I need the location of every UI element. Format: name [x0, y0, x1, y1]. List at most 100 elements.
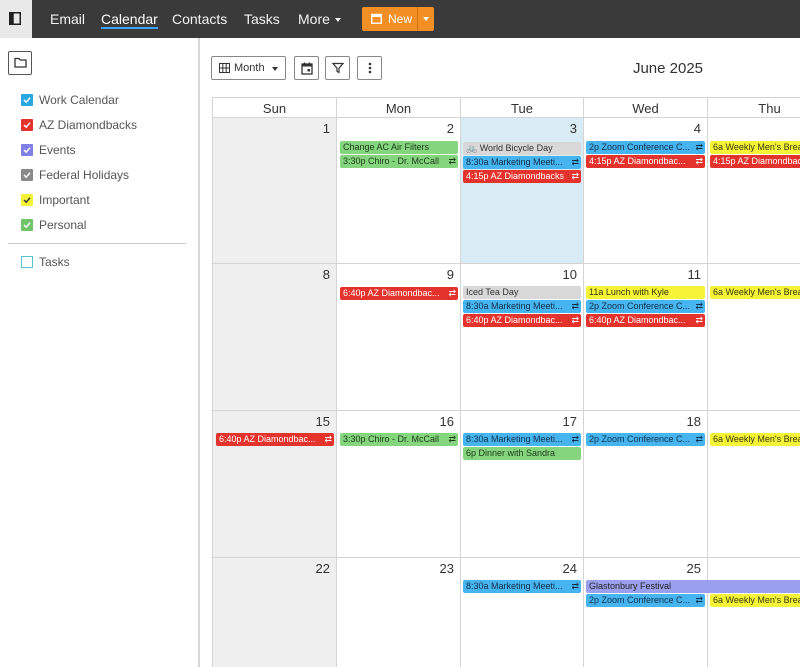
event-label: Iced Tea Day	[466, 287, 519, 297]
day-number: 18	[686, 414, 701, 429]
event-zoom-conference[interactable]: 2p Zoom Conference C... ⇄	[586, 300, 705, 313]
event-zoom-conference[interactable]: 2p Zoom Conference C... ⇄	[586, 594, 705, 607]
event-label: Change AC Air Filters	[343, 142, 430, 152]
filter-button[interactable]	[325, 56, 350, 80]
event-zoom-conference[interactable]: 2p Zoom Conference C... ⇄	[586, 433, 705, 446]
event-lunch-with-kyle[interactable]: 11a Lunch with Kyle	[586, 286, 705, 299]
grid-icon	[219, 63, 230, 73]
event-marketing-meeting[interactable]: 8:30a Marketing Meeti... ⇄	[463, 300, 581, 313]
day-number: 4	[693, 121, 701, 136]
event-iced-tea-day[interactable]: Iced Tea Day	[463, 286, 581, 299]
event-weekly-mens-breakfast[interactable]: 6a Weekly Men's Breakfast	[710, 433, 800, 446]
calendar-add-icon	[371, 13, 382, 24]
day-cell[interactable]: 4	[584, 118, 708, 264]
day-cell[interactable]: 2	[337, 118, 461, 264]
day-number: 22	[315, 561, 330, 576]
calendar-today-icon	[301, 62, 313, 75]
new-dropdown-button[interactable]	[417, 7, 434, 31]
day-number: 24	[562, 561, 577, 576]
new-button-label: New	[388, 12, 413, 26]
day-cell[interactable]: 25	[584, 558, 708, 667]
nav-calendar[interactable]: Calendar	[101, 11, 158, 29]
checkbox-checked[interactable]	[21, 144, 33, 156]
day-cell-today[interactable]: 3	[461, 118, 584, 264]
day-cell[interactable]: 1	[213, 118, 337, 264]
event-az-diamondbacks[interactable]: 4:15p AZ Diamondbacks	[710, 155, 800, 168]
check-icon	[23, 222, 31, 229]
event-label: 4:15p AZ Diamondbac...	[589, 156, 686, 166]
folder-button[interactable]	[8, 51, 32, 75]
check-icon	[23, 147, 31, 154]
repeat-icon: ⇄	[695, 301, 703, 311]
repeat-icon: ⇄	[448, 288, 456, 298]
checkbox-checked[interactable]	[21, 219, 33, 231]
event-label: 6:40p AZ Diamondbac...	[466, 315, 563, 325]
event-az-diamondbacks[interactable]: 4:15p AZ Diamondbac... ⇄	[586, 155, 705, 168]
event-label: 8:30a Marketing Meeti...	[466, 301, 563, 311]
event-label: 2p Zoom Conference C...	[589, 142, 691, 152]
calendar-item-label: Work Calendar	[39, 93, 119, 107]
event-marketing-meeting[interactable]: 8:30a Marketing Meeti... ⇄	[463, 580, 581, 593]
day-cell[interactable]: 8	[213, 264, 337, 411]
event-marketing-meeting[interactable]: 8:30a Marketing Meeti... ⇄	[463, 156, 581, 169]
checkbox-checked[interactable]	[21, 94, 33, 106]
day-cell[interactable]: 26	[708, 558, 800, 667]
weekday-header: Mon	[337, 98, 461, 118]
repeat-icon: ⇄	[695, 315, 703, 325]
event-az-diamondbacks[interactable]: 6:40p AZ Diamondbac... ⇄	[586, 314, 705, 327]
check-icon	[23, 97, 31, 104]
day-cell[interactable]: 23	[337, 558, 461, 667]
nav-email[interactable]: Email	[50, 11, 85, 27]
event-label: 11a Lunch with Kyle	[589, 287, 669, 297]
sidebar-splitter[interactable]	[198, 38, 200, 667]
event-marketing-meeting[interactable]: 8:30a Marketing Meeti... ⇄	[463, 433, 581, 446]
event-az-diamondbacks[interactable]: 4:15p AZ Diamondbacks ⇄	[463, 170, 581, 183]
view-select-button[interactable]: Month	[211, 56, 286, 80]
event-change-ac-filters[interactable]: Change AC Air Filters	[340, 141, 458, 154]
checkbox-checked[interactable]	[21, 119, 33, 131]
repeat-icon: ⇄	[571, 171, 579, 181]
repeat-icon: ⇄	[695, 434, 703, 444]
sidebar-toggle-button[interactable]	[0, 0, 32, 38]
repeat-icon: ⇄	[448, 434, 456, 444]
nav-contacts[interactable]: Contacts	[172, 11, 227, 27]
weekday-header: Wed	[584, 98, 708, 118]
nav-more[interactable]: More	[298, 11, 341, 27]
day-cell[interactable]: 24	[461, 558, 584, 667]
day-number: 23	[439, 561, 454, 576]
event-az-diamondbacks[interactable]: 6:40p AZ Diamondbac... ⇄	[340, 287, 458, 300]
day-number: 3	[569, 121, 577, 136]
repeat-icon: ⇄	[695, 156, 703, 166]
today-button[interactable]	[294, 56, 319, 80]
day-number: 2	[446, 121, 454, 136]
checkbox-unchecked[interactable]	[21, 256, 33, 268]
event-chiro[interactable]: 3:30p Chiro - Dr. McCall ⇄	[340, 433, 458, 446]
repeat-icon: ⇄	[324, 434, 332, 444]
day-cell[interactable]: 22	[213, 558, 337, 667]
event-zoom-conference[interactable]: 2p Zoom Conference C... ⇄	[586, 141, 705, 154]
event-label: 8:30a Marketing Meeti...	[466, 434, 563, 444]
check-icon	[23, 122, 31, 129]
event-weekly-mens-breakfast[interactable]: 6a Weekly Men's Breakfast	[710, 594, 800, 607]
day-number: 9	[446, 267, 454, 282]
event-az-diamondbacks[interactable]: 6:40p AZ Diamondbac... ⇄	[216, 433, 334, 446]
calendar-item-label: Events	[39, 143, 76, 157]
day-number: 25	[686, 561, 701, 576]
event-dinner-with-sandra[interactable]: 6p Dinner with Sandra	[463, 447, 581, 460]
event-glastonbury-festival[interactable]: Glastonbury Festival	[586, 580, 800, 593]
more-options-button[interactable]	[357, 56, 382, 80]
checkbox-checked[interactable]	[21, 194, 33, 206]
nav-tasks[interactable]: Tasks	[244, 11, 280, 27]
event-world-bicycle-day[interactable]: 🚲 World Bicycle Day	[463, 142, 581, 155]
event-label: 6a Weekly Men's Breakfast	[713, 595, 800, 605]
event-az-diamondbacks[interactable]: 6:40p AZ Diamondbac... ⇄	[463, 314, 581, 327]
day-cell[interactable]: 5	[708, 118, 800, 264]
event-label: 8:30a Marketing Meeti...	[466, 581, 563, 591]
new-button-group: New	[362, 7, 434, 31]
new-button[interactable]: New	[362, 7, 417, 31]
event-weekly-mens-breakfast[interactable]: 6a Weekly Men's Breakfast	[710, 141, 800, 154]
checkbox-checked[interactable]	[21, 169, 33, 181]
event-chiro[interactable]: 3:30p Chiro - Dr. McCall ⇄	[340, 155, 458, 168]
calendar-item-label: Important	[39, 193, 90, 207]
event-weekly-mens-breakfast[interactable]: 6a Weekly Men's Breakfast	[710, 286, 800, 299]
